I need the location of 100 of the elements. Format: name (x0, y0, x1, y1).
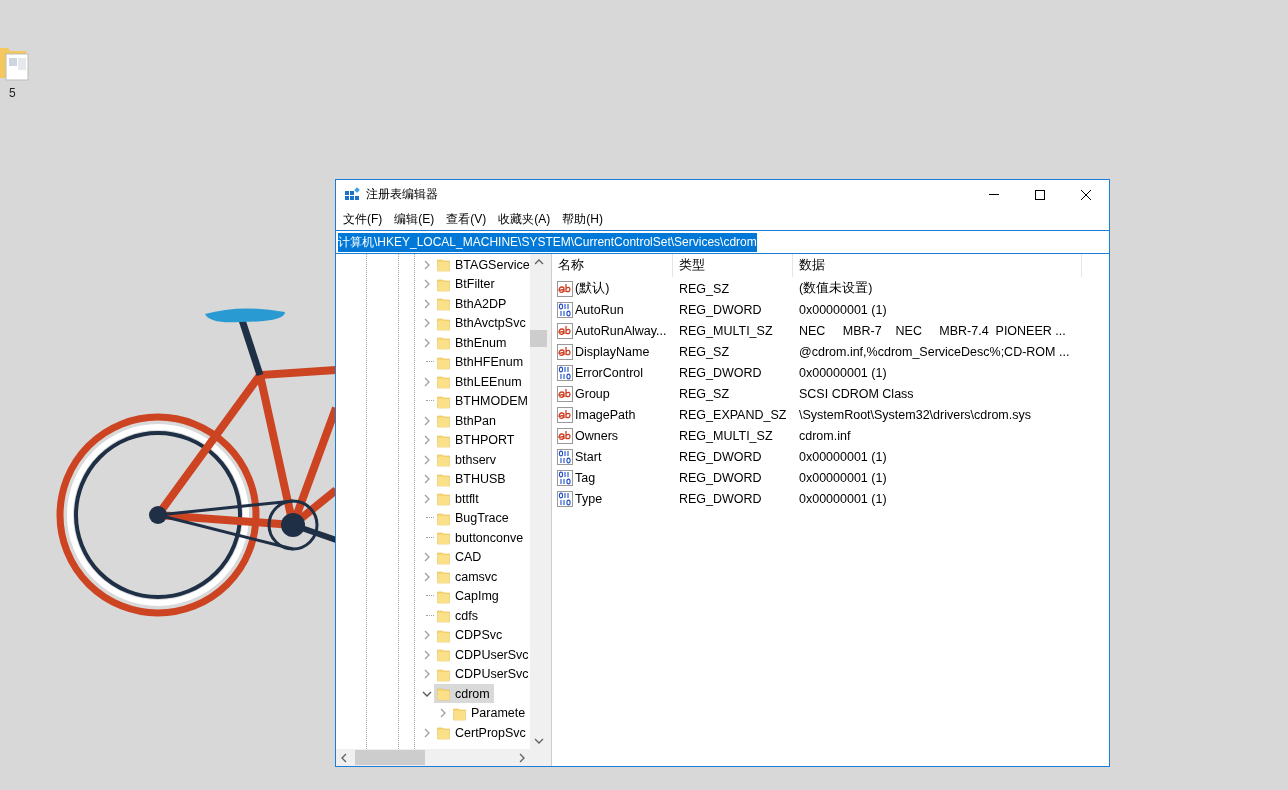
tree-item[interactable]: cdfs (434, 606, 482, 626)
tree-item[interactable]: CAD (434, 547, 486, 567)
tree-item[interactable]: CDPUserSvc (434, 664, 530, 684)
table-cell-text: 0x00000001 (1) (798, 491, 888, 506)
tree-item[interactable]: BthAvctpSvc (434, 313, 530, 333)
scroll-left-icon[interactable] (340, 752, 348, 763)
expand-icon[interactable] (422, 259, 432, 270)
tree-item[interactable]: BugTrace (434, 508, 513, 528)
minimize-icon (989, 194, 999, 195)
value-name: DisplayName (575, 344, 650, 359)
scroll-up-icon[interactable] (533, 258, 544, 266)
table-cell-text: REG_MULTI_SZ (678, 428, 774, 443)
tree-item[interactable]: cdrom (434, 684, 494, 704)
expand-icon[interactable] (438, 708, 448, 719)
table-cell-text: \SystemRoot\System32\drivers\cdrom.sys (798, 407, 1032, 422)
folder-icon (436, 627, 451, 643)
scrollbar-thumb[interactable] (530, 330, 547, 347)
menu-item[interactable]: 帮助(H) (557, 209, 609, 230)
tree-item[interactable]: BTHMODEM (434, 391, 530, 411)
icon-label: 5 (8, 86, 16, 100)
table-cell-text: 0x00000001 (1) (798, 302, 888, 317)
expand-icon[interactable] (422, 318, 432, 329)
tree-item[interactable]: BthA2DP (434, 294, 511, 314)
string-value-icon (557, 343, 573, 360)
tree-item[interactable]: camsvc (434, 567, 502, 587)
string-value-icon (557, 322, 573, 339)
tree-item[interactable]: CDPSvc (434, 625, 507, 645)
expand-icon[interactable] (422, 474, 432, 485)
table-cell-text: REG_SZ (678, 281, 730, 296)
table-cell-text: REG_MULTI_SZ (678, 323, 774, 338)
close-icon (1081, 189, 1091, 200)
tree-item[interactable]: BthHFEnum (434, 352, 528, 372)
window-title: 注册表编辑器 (366, 186, 438, 203)
tree-item[interactable]: CapImg (434, 586, 503, 606)
table-cell-text: @cdrom.inf,%cdrom_ServiceDesc%;CD-ROM ... (798, 344, 1071, 359)
table-cell-text: REG_SZ (678, 386, 730, 401)
menu-item[interactable]: 收藏夹(A) (493, 209, 557, 230)
table-cell-text: (数值未设置) (798, 280, 874, 297)
column-header[interactable]: 数据 (793, 254, 1082, 277)
expand-icon[interactable] (422, 454, 432, 465)
tree-item[interactable]: CertPropSvc (434, 723, 530, 743)
scroll-right-icon[interactable] (518, 752, 526, 763)
expand-icon[interactable] (422, 298, 432, 309)
table-cell-text: 0x00000001 (1) (798, 365, 888, 380)
menu-item[interactable]: 编辑(E) (389, 209, 441, 230)
folder-icon (436, 588, 451, 604)
tree-item[interactable]: BtFilter (434, 274, 499, 294)
binary-value-icon (557, 469, 573, 486)
scroll-down-icon[interactable] (533, 737, 544, 745)
expand-icon[interactable] (422, 376, 432, 387)
folder-icon (436, 432, 451, 448)
registry-icon (344, 186, 360, 203)
tree-item[interactable]: BthLEEnum (434, 372, 526, 392)
expand-icon[interactable] (422, 571, 432, 582)
folder-icon (436, 569, 451, 585)
folder-icon (436, 452, 451, 468)
horizontal-scrollbar[interactable] (336, 749, 530, 766)
expand-icon[interactable] (422, 435, 432, 446)
tree-item[interactable]: BTHPORT (434, 430, 519, 450)
table-cell-text: SCSI CDROM Class (798, 386, 915, 401)
value-name: AutoRunAlway... (575, 323, 667, 338)
string-value-icon (557, 385, 573, 402)
expand-icon[interactable] (422, 669, 432, 680)
table-cell-text: REG_DWORD (678, 365, 763, 380)
folder-icon (436, 335, 451, 351)
tree-item[interactable]: buttonconve (434, 528, 528, 548)
tree-item[interactable]: CDPUserSvc (434, 645, 530, 665)
tree-item[interactable]: BthEnum (434, 333, 511, 353)
address-bar[interactable]: 计算机\HKEY_LOCAL_MACHINE\SYSTEM\CurrentControlSet\Services\cdrom (335, 230, 1110, 254)
expand-icon[interactable] (422, 630, 432, 641)
tree-item[interactable]: bttflt (434, 489, 483, 509)
expand-icon[interactable] (422, 493, 432, 504)
expand-icon[interactable] (422, 727, 432, 738)
table-cell-text: 0x00000001 (1) (798, 470, 888, 485)
expand-icon[interactable] (422, 415, 432, 426)
expand-icon[interactable] (422, 649, 432, 660)
expand-icon[interactable] (422, 552, 432, 563)
folder-icon (436, 315, 451, 331)
expand-icon[interactable] (422, 337, 432, 348)
string-value-icon (557, 427, 573, 444)
maximize-icon (1035, 189, 1045, 200)
expand-icon[interactable] (422, 279, 432, 290)
tree-item[interactable]: bthserv (434, 450, 500, 470)
column-header[interactable]: 名称 (552, 254, 673, 277)
folder-icon (436, 374, 451, 390)
tree-item[interactable]: BTHUSB (434, 469, 510, 489)
scrollbar-thumb[interactable] (355, 750, 425, 765)
tree-item[interactable]: BTAGService (434, 255, 530, 275)
folder-icon (436, 257, 451, 273)
menu-item[interactable]: 查看(V) (441, 209, 493, 230)
tree-item[interactable]: BthPan (434, 411, 500, 431)
table-cell-text: REG_SZ (678, 344, 730, 359)
column-header[interactable]: 类型 (673, 254, 793, 277)
menu-item[interactable]: 文件(F) (338, 209, 389, 230)
value-name: ErrorControl (575, 365, 644, 380)
binary-value-icon (557, 364, 573, 381)
tree-item[interactable]: Paramete (450, 703, 530, 723)
table-cell-text: REG_DWORD (678, 302, 763, 317)
value-name: AutoRun (575, 302, 624, 317)
table-cell-text: cdrom.inf (798, 428, 852, 443)
